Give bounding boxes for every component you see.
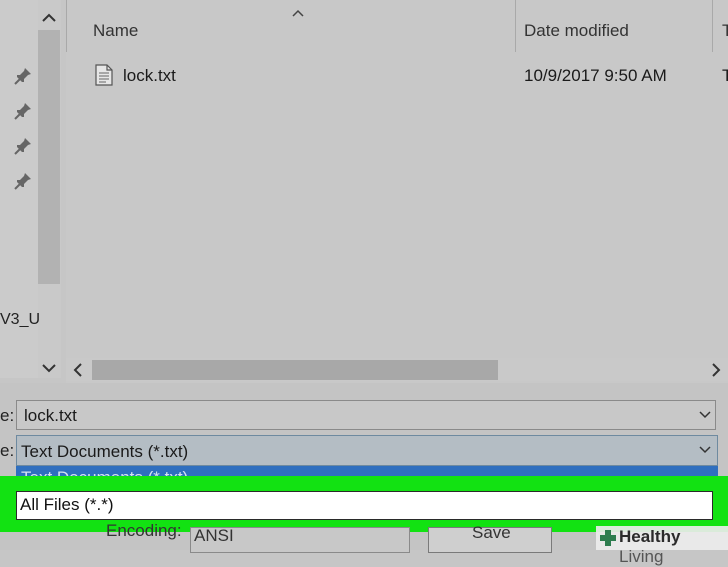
column-header-date-modified[interactable]: Date modified bbox=[524, 21, 629, 41]
column-divider[interactable] bbox=[712, 0, 713, 52]
dropdown-option-all-files[interactable] bbox=[16, 491, 713, 520]
navigation-item-label[interactable]: V3_U bbox=[0, 311, 40, 329]
text-file-icon bbox=[95, 64, 113, 86]
encoding-value[interactable]: ANSI bbox=[194, 526, 234, 546]
pin-icon[interactable] bbox=[13, 171, 33, 191]
column-divider[interactable] bbox=[515, 0, 516, 52]
save-as-type-label: e: bbox=[0, 441, 15, 460]
encoding-label: Encoding: bbox=[106, 521, 182, 540]
file-name-label: e: bbox=[0, 406, 15, 425]
sort-ascending-icon bbox=[292, 9, 304, 17]
save-button-label[interactable]: Save bbox=[472, 523, 511, 543]
watermark-brand-bold: Healthy bbox=[619, 527, 681, 546]
horizontal-scroll-thumb[interactable] bbox=[92, 360, 498, 380]
pin-icon[interactable] bbox=[13, 136, 33, 156]
save-as-type-value[interactable]: Text Documents (*.txt) bbox=[21, 442, 188, 462]
file-list-pane bbox=[66, 0, 728, 383]
column-divider[interactable] bbox=[66, 0, 67, 52]
pin-icon[interactable] bbox=[13, 101, 33, 121]
file-name-value[interactable]: lock.txt bbox=[24, 406, 77, 426]
scroll-right-arrow-icon[interactable] bbox=[706, 360, 726, 380]
scroll-left-arrow-icon[interactable] bbox=[68, 360, 88, 380]
column-header-name[interactable]: Name bbox=[93, 21, 138, 41]
chevron-down-icon[interactable] bbox=[698, 445, 712, 455]
file-row-type[interactable]: T bbox=[722, 66, 728, 86]
file-row-name[interactable]: lock.txt bbox=[123, 66, 176, 86]
scroll-up-arrow-icon[interactable] bbox=[39, 8, 59, 28]
scroll-down-arrow-icon[interactable] bbox=[39, 358, 59, 378]
navigation-scroll-thumb[interactable] bbox=[38, 30, 60, 284]
watermark-text: Healthy Living bbox=[619, 527, 728, 567]
column-header-type[interactable]: T bbox=[722, 21, 728, 41]
pin-icon[interactable] bbox=[13, 66, 33, 86]
chevron-down-icon[interactable] bbox=[698, 410, 712, 420]
dropdown-option-all-files-label[interactable]: All Files (*.*) bbox=[20, 495, 114, 515]
file-name-field[interactable] bbox=[16, 400, 716, 430]
plus-logo-icon bbox=[600, 530, 616, 546]
file-row-date-modified[interactable]: 10/9/2017 9:50 AM bbox=[524, 66, 667, 86]
